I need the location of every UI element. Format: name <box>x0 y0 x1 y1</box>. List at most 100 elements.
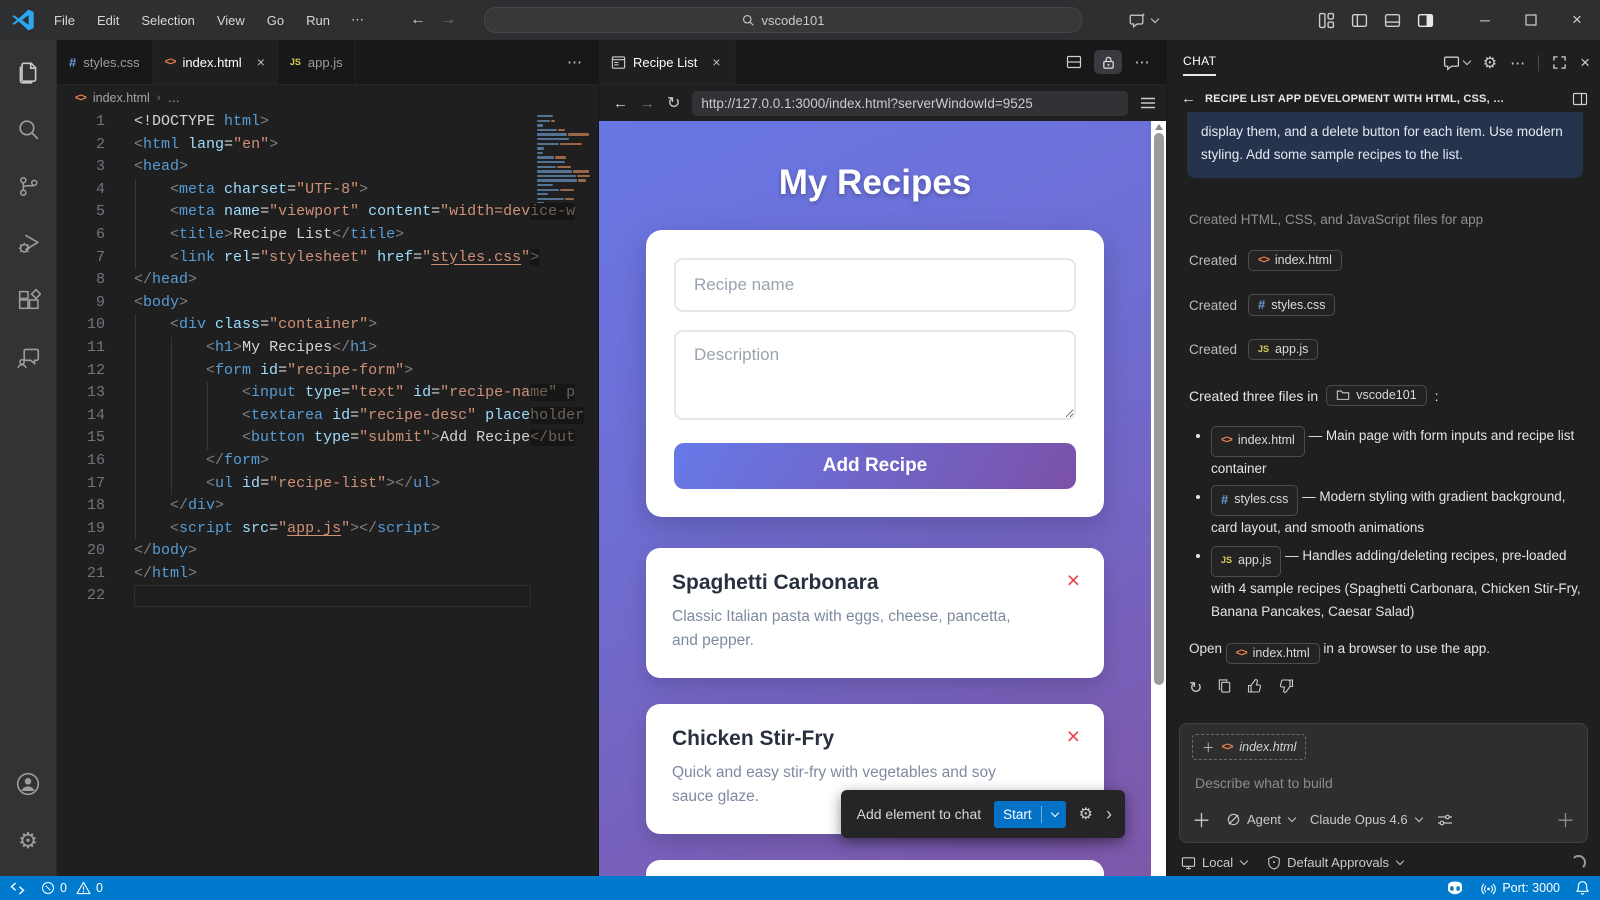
history-forward-icon[interactable]: → <box>440 11 456 29</box>
scroll-up-icon[interactable] <box>1155 124 1163 130</box>
tab-close-icon[interactable]: × <box>257 54 265 70</box>
tab-close-icon[interactable]: × <box>712 54 720 70</box>
delete-recipe-icon[interactable]: × <box>1067 570 1080 590</box>
file-chip-app-js[interactable]: JSapp.js <box>1248 339 1318 360</box>
tab-app-js[interactable]: JS app.js <box>278 40 356 84</box>
chat-more-actions-icon[interactable]: ⋯ <box>1510 54 1525 72</box>
file-chip-index-html[interactable]: <>index.html <box>1211 426 1305 457</box>
recipe-name-input[interactable] <box>674 258 1076 312</box>
error-count: 0 <box>60 881 67 895</box>
history-back-icon[interactable]: ← <box>410 11 426 29</box>
send-button[interactable]: ＋ <box>1556 806 1575 833</box>
chat-panel-title[interactable]: CHAT <box>1183 54 1216 72</box>
scrollbar-thumb[interactable] <box>1154 133 1164 685</box>
accounts-icon[interactable] <box>0 759 57 809</box>
start-button[interactable]: Start <box>994 801 1066 828</box>
code-token: < <box>170 226 179 243</box>
approvals-picker[interactable]: Default Approvals <box>1267 855 1403 870</box>
remote-indicator[interactable] <box>10 882 25 895</box>
environment-picker[interactable]: Local <box>1181 855 1247 870</box>
hamburger-menu-icon[interactable] <box>1140 96 1156 110</box>
browser-reload-icon[interactable]: ↻ <box>667 93 680 113</box>
port-indicator[interactable]: Port: 3000 <box>1480 881 1560 896</box>
attach-icon[interactable]: ＋ <box>1192 806 1211 833</box>
add-recipe-button[interactable]: Add Recipe <box>674 443 1076 489</box>
tab-label: Recipe List <box>633 55 697 70</box>
file-chip-index-html[interactable]: <>index.html <box>1226 643 1320 664</box>
browser-more-actions-icon[interactable]: ⋯ <box>1128 50 1156 74</box>
tab-index-html[interactable]: <> index.html × <box>153 40 278 84</box>
browser-scrollbar[interactable] <box>1151 121 1166 876</box>
extensions-icon[interactable] <box>0 275 57 325</box>
chat-back-icon[interactable]: ← <box>1181 90 1196 107</box>
run-debug-icon[interactable] <box>0 218 57 268</box>
copy-icon[interactable] <box>1217 678 1232 694</box>
command-center-search[interactable]: vscode101 <box>484 7 1082 33</box>
open-chat-in-editor-icon[interactable] <box>1572 91 1588 107</box>
model-picker[interactable]: Claude Opus 4.6 <box>1310 812 1422 827</box>
explorer-icon[interactable] <box>0 47 57 97</box>
menu-edit[interactable]: Edit <box>88 9 128 32</box>
regenerate-icon[interactable]: ↻ <box>1189 678 1202 698</box>
mode-picker[interactable]: Agent <box>1226 812 1295 827</box>
status-bar: 0 0 Port: 3000 <box>0 876 1600 900</box>
file-chip-index-html[interactable]: <>index.html <box>1248 250 1342 271</box>
tab-recipe-list[interactable]: Recipe List × <box>599 40 736 84</box>
chat-input-box[interactable]: ＋ <> index.html Describe what to build ＋… <box>1179 723 1588 843</box>
file-chip-app-js[interactable]: JSapp.js <box>1211 546 1281 577</box>
code-token: = <box>260 203 269 220</box>
folder-chip-vscode101[interactable]: vscode101 <box>1326 385 1426 406</box>
breadcrumb-file[interactable]: index.html <box>93 91 150 105</box>
window-close-button[interactable]: × <box>1554 0 1600 40</box>
code-editor[interactable]: 1<!DOCTYPE html>2<html lang="en">3<head>… <box>57 111 598 876</box>
editor-actions-more-icon[interactable]: ⋯ <box>551 40 598 84</box>
toggle-sidebar-icon[interactable] <box>1351 12 1368 29</box>
file-chip-styles-css[interactable]: #styles.css <box>1211 485 1298 516</box>
maximize-panel-icon[interactable] <box>1552 55 1567 70</box>
chat-thread-title[interactable]: RECIPE LIST APP DEVELOPMENT WITH HTML, C… <box>1205 93 1563 105</box>
chat-sidebar-icon[interactable] <box>0 332 57 382</box>
chat-settings-gear-icon[interactable]: ⚙ <box>1483 53 1497 73</box>
menu-run[interactable]: Run <box>297 9 339 32</box>
thumbs-up-icon[interactable] <box>1247 678 1263 694</box>
settings-gear-icon[interactable]: ⚙ <box>0 816 57 866</box>
menu-selection[interactable]: Selection <box>132 9 203 32</box>
recipe-description-textarea[interactable] <box>674 330 1076 420</box>
overlay-settings-gear-icon[interactable]: ⚙ <box>1079 804 1093 824</box>
customize-layout-icon[interactable] <box>1318 12 1335 29</box>
search-sidebar-icon[interactable] <box>0 104 57 154</box>
toggle-secondary-sidebar-icon[interactable] <box>1417 12 1434 29</box>
lock-icon[interactable] <box>1094 50 1122 74</box>
code-token: head <box>143 158 179 175</box>
file-chip-styles-css[interactable]: #styles.css <box>1248 294 1335 316</box>
new-chat-dropdown[interactable] <box>1443 54 1470 71</box>
copilot-status-icon[interactable] <box>1445 880 1465 896</box>
tab-styles-css[interactable]: # styles.css <box>57 40 153 84</box>
breadcrumb-symbol[interactable]: … <box>168 91 181 105</box>
window-minimize-button[interactable]: ─ <box>1462 0 1508 40</box>
tools-sliders-icon[interactable] <box>1437 813 1453 827</box>
overlay-next-icon[interactable]: › <box>1106 804 1112 825</box>
thumbs-down-icon[interactable] <box>1278 678 1294 694</box>
close-panel-icon[interactable]: × <box>1580 53 1590 73</box>
browser-back-icon[interactable]: ← <box>613 95 628 112</box>
url-bar[interactable]: http://127.0.0.1:3000/index.html?serverW… <box>692 91 1128 116</box>
context-attachment-chip[interactable]: ＋ <> index.html <box>1192 734 1306 760</box>
code-token: > <box>431 520 440 537</box>
menu-view[interactable]: View <box>208 9 254 32</box>
copilot-chat-toggle[interactable] <box>1128 11 1158 30</box>
browser-forward-icon[interactable]: → <box>640 95 655 112</box>
breadcrumb[interactable]: <> index.html › … <box>57 85 598 111</box>
menu-go[interactable]: Go <box>258 9 293 32</box>
indent-guide <box>135 314 136 540</box>
toggle-panel-icon[interactable] <box>1384 12 1401 29</box>
split-editor-icon[interactable] <box>1060 50 1088 74</box>
menu-file[interactable]: File <box>45 9 84 32</box>
menu-overflow-icon[interactable]: ⋯ <box>343 8 372 32</box>
problems-indicator[interactable]: 0 0 <box>41 881 103 895</box>
notifications-bell-icon[interactable] <box>1575 880 1590 896</box>
source-control-icon[interactable] <box>0 161 57 211</box>
js-file-icon: JS <box>290 57 301 67</box>
window-maximize-button[interactable] <box>1508 0 1554 40</box>
delete-recipe-icon[interactable]: × <box>1067 726 1080 746</box>
